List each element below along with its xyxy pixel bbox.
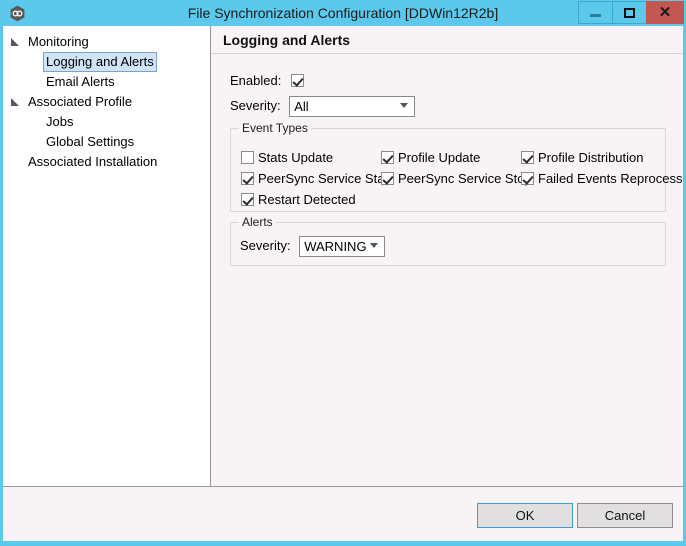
tree-item-associated-profile[interactable]: Associated Profile: [3, 92, 210, 112]
tree-item-label: Jobs: [46, 114, 74, 129]
maximize-button[interactable]: [612, 1, 646, 24]
tree-item-label: Monitoring: [28, 34, 89, 49]
event-type-profile-update[interactable]: Profile Update: [381, 149, 480, 167]
content-panel: Logging and Alerts Enabled: Severity: Al…: [211, 26, 683, 487]
tree-item-label: Email Alerts: [46, 74, 115, 89]
severity-row: Severity: All: [230, 95, 416, 118]
event-type-label: Restart Detected: [258, 192, 356, 207]
alerts-group: Alerts Severity: WARNING: [230, 215, 666, 266]
event-type-label: PeerSync Service Start: [258, 171, 393, 186]
dialog-client-area: Monitoring Logging and Alerts Email Alerts…: [3, 26, 683, 541]
alerts-severity-label: Severity:: [240, 238, 291, 253]
ok-button[interactable]: OK: [477, 503, 573, 528]
event-type-stats-update[interactable]: Stats Update: [241, 149, 333, 167]
minimize-icon: [579, 2, 612, 23]
maximize-icon: [613, 2, 646, 23]
page-title: Logging and Alerts: [211, 26, 683, 54]
alerts-severity-select[interactable]: WARNING: [299, 236, 386, 258]
event-types-group: Event Types Stats Update Profile Update Pr…: [230, 121, 683, 212]
chevron-down-icon: [400, 103, 409, 109]
checkbox-failed-events-reprocess[interactable]: [521, 172, 534, 185]
checkbox-stats-update[interactable]: [241, 151, 254, 164]
close-icon: ✕: [658, 4, 672, 21]
dialog-window: File Synchronization Configuration [DDWi…: [0, 0, 686, 546]
event-type-label: PeerSync Service Stop: [398, 171, 532, 186]
severity-label: Severity:: [230, 98, 281, 113]
tree-item-label: Associated Profile: [28, 94, 133, 109]
checkbox-peersync-service-stop[interactable]: [381, 172, 394, 185]
enabled-label: Enabled:: [230, 73, 282, 88]
cancel-button[interactable]: Cancel: [577, 503, 673, 528]
title-bar: File Synchronization Configuration [DDWi…: [0, 0, 686, 26]
event-type-profile-distribution[interactable]: Profile Distribution: [521, 149, 644, 167]
event-type-peersync-service-stop[interactable]: PeerSync Service Stop: [381, 170, 532, 188]
event-type-label: Failed Events Reprocess: [538, 171, 683, 186]
tree-expander-icon[interactable]: [11, 38, 20, 47]
chevron-down-icon: [370, 243, 379, 249]
alerts-severity-value: WARNING: [304, 239, 367, 255]
tree-item-label: Global Settings: [46, 134, 135, 149]
alerts-title: Alerts: [239, 215, 276, 229]
tree-item-global-settings[interactable]: Global Settings: [3, 132, 210, 152]
tree-item-label: Logging and Alerts: [43, 52, 157, 72]
close-button[interactable]: ✕: [646, 1, 684, 24]
tree-item-email-alerts[interactable]: Email Alerts: [3, 72, 210, 92]
checkbox-peersync-service-start[interactable]: [241, 172, 254, 185]
tree-expander-icon[interactable]: [11, 98, 20, 107]
enabled-checkbox[interactable]: [290, 74, 304, 87]
event-type-label: Profile Distribution: [538, 150, 644, 165]
tree-item-monitoring[interactable]: Monitoring: [3, 32, 210, 52]
severity-value: All: [294, 99, 309, 115]
checkbox-restart-detected[interactable]: [241, 193, 254, 206]
alerts-severity-row: Severity: WARNING: [240, 235, 386, 258]
event-type-label: Stats Update: [258, 150, 334, 165]
dialog-footer: OK Cancel: [3, 488, 683, 541]
checkbox-profile-update[interactable]: [381, 151, 394, 164]
minimize-button[interactable]: [578, 1, 612, 24]
tree-item-label: Associated Installation: [28, 154, 158, 169]
tree-item-associated-installation[interactable]: Associated Installation: [3, 152, 210, 172]
navigation-tree[interactable]: Monitoring Logging and Alerts Email Alerts…: [3, 26, 211, 487]
severity-select[interactable]: All: [289, 96, 416, 118]
event-type-label: Profile Update: [398, 150, 481, 165]
checkbox-profile-distribution[interactable]: [521, 151, 534, 164]
event-type-restart-detected[interactable]: Restart Detected: [241, 191, 356, 209]
event-type-failed-events-reprocess[interactable]: Failed Events Reprocess: [521, 170, 683, 188]
enabled-row: Enabled:: [230, 70, 304, 92]
tree-item-jobs[interactable]: Jobs: [3, 112, 210, 132]
event-type-peersync-service-start[interactable]: PeerSync Service Start: [241, 170, 392, 188]
tree-item-logging-and-alerts[interactable]: Logging and Alerts: [3, 52, 210, 72]
